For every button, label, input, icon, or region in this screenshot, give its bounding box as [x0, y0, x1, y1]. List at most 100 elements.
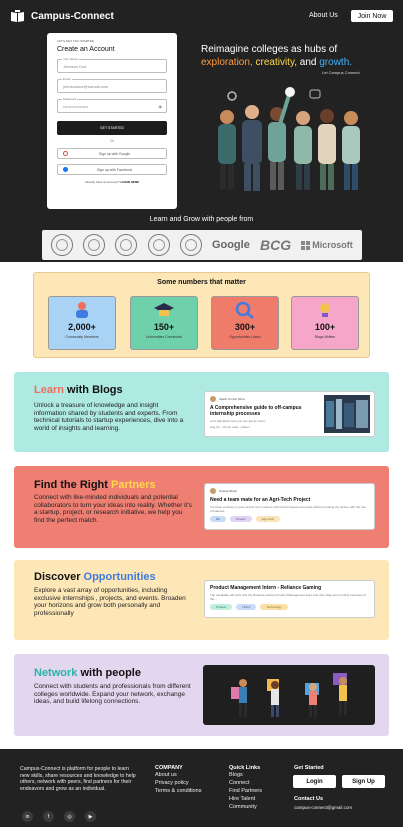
blogs-section: Learn with Blogs Unlock a treasure of kn… [14, 372, 389, 452]
blogs-text: Unlock a treasure of knowledge and insig… [34, 402, 184, 432]
instagram-icon[interactable]: ◎ [64, 811, 75, 822]
stat-label: Blogs Written [314, 335, 336, 339]
tag-pill[interactable]: UI/UX [236, 604, 257, 610]
footer-link-community[interactable]: Community [229, 803, 262, 811]
partners-title-rest: Find the Right [34, 479, 111, 491]
footer-link-privacy[interactable]: Privacy policy [155, 779, 201, 787]
stat-label: Universities Connected [146, 335, 182, 339]
tag-pill[interactable]: ML [210, 516, 227, 522]
tagline-source: Let Campus Connect [322, 70, 360, 75]
partner-post-card[interactable]: Natwar Bhatti Need a team mate for an Ag… [204, 483, 375, 530]
name-value: Johnson Doe [63, 64, 87, 69]
footer-socials: in f ◎ ▶ [22, 811, 96, 822]
avatar [210, 488, 216, 494]
partners-title: Find the Right Partners [34, 479, 156, 491]
footer-link-blogs[interactable]: Blogs [229, 771, 262, 779]
partner-author-name: Natwar Bhatti [219, 489, 238, 493]
opportunity-title: Product Management Intern - Reliance Gam… [210, 585, 322, 591]
tagline-word-exploration: exploration, [201, 57, 253, 68]
network-title-accent: Network [34, 667, 78, 679]
puzzle-people-illustration [203, 665, 375, 725]
nav-about-link[interactable]: About Us [309, 12, 338, 19]
email-value: johnsondoe@nomail.com [63, 84, 109, 89]
signup-title: Create an Account [57, 46, 115, 53]
tagline-word-growth: growth. [319, 57, 353, 68]
microsoft-squares-icon [301, 240, 311, 250]
magnifier-icon [235, 301, 254, 319]
stat-value: 300+ [234, 322, 256, 332]
partner-logos-bar: Google BCG Microsoft [42, 230, 362, 260]
university-seal-icon [115, 234, 138, 256]
microsoft-logo-text: Microsoft [312, 240, 353, 250]
partners-text: Connect with like-minded individuals and… [34, 494, 192, 524]
get-started-button[interactable]: GET STARTED [57, 121, 167, 135]
login-here-link[interactable]: LOGIN HERE [120, 180, 139, 184]
tag-pill[interactable]: Technology [260, 604, 288, 610]
partners-section: Find the Right Partners Connect with lik… [14, 466, 389, 548]
youtube-icon[interactable]: ▶ [85, 811, 96, 822]
stat-label: Opportunities Listed [229, 335, 261, 339]
network-title: Network with people [34, 667, 141, 679]
avatar [210, 396, 216, 402]
google-signup-button[interactable]: Sign up with Google [57, 148, 167, 159]
hero-tagline-line2: exploration, creativity, and growth. [201, 57, 352, 68]
footer-login-button[interactable]: Login [293, 775, 336, 788]
join-now-button[interactable]: Join Now [351, 10, 393, 22]
footer-signup-button[interactable]: Sign Up [342, 775, 385, 788]
opportunities-title: Discover Opportunities [34, 571, 156, 583]
opportunity-tags: Product UI/UX Technology [210, 604, 369, 610]
facebook-signup-button[interactable]: Sign up with Facebook [57, 164, 167, 175]
or-divider: Or [110, 139, 114, 143]
signup-card: LET'S GET YOU STARTED Create an Account … [47, 33, 177, 209]
eye-icon[interactable]: ◉ [159, 104, 163, 109]
blogs-title: Learn with Blogs [34, 384, 123, 396]
google-signup-label: Sign up with Google [98, 151, 131, 156]
stat-value: 2,000+ [68, 322, 96, 332]
tag-pill[interactable]: Agri-Tech [255, 516, 281, 522]
graduation-cap-icon [154, 303, 174, 316]
footer-contact-email[interactable]: campus-connect@gmail.com [294, 804, 352, 812]
university-seal-icon [147, 234, 170, 256]
blogs-title-accent: Learn [34, 384, 64, 396]
footer-contact-heading: Contact Us [294, 796, 324, 802]
name-label: Your Name [62, 57, 79, 61]
opportunities-title-rest: Discover [34, 571, 84, 583]
microsoft-logo: Microsoft [301, 240, 353, 250]
tag-pill[interactable]: Product [210, 604, 233, 610]
partner-tags: ML Project Agri-Tech [210, 516, 369, 522]
opportunities-section: Discover Opportunities Explore a vast ar… [14, 560, 389, 640]
stat-card-opportunities: 300+ Opportunities Listed [211, 296, 279, 350]
brand-name: Campus-Connect [31, 11, 114, 22]
password-value: •••••••••••••••••• [63, 104, 89, 109]
login-prompt: Already have an account? LOGIN HERE [57, 180, 167, 184]
email-field[interactable]: Email johnsondoe@nomail.com [57, 77, 167, 93]
facebook-signup-label: Sign up with Facebook [96, 167, 133, 172]
blog-author-name: Akash Kumar Mitra [219, 397, 245, 401]
footer-about: Campus-Connect is platform for people to… [20, 766, 136, 792]
opportunity-card[interactable]: Product Management Intern - Reliance Gam… [204, 580, 375, 618]
footer-get-started-heading: Get Started [294, 765, 324, 771]
university-seal-icon [179, 234, 202, 256]
brand-logo[interactable]: Campus-Connect [10, 10, 114, 23]
numbers-title: Some numbers that matter [157, 279, 246, 286]
partner-post-title: Need a team mate for an Agri-Tech Projec… [210, 497, 311, 503]
tag-pill[interactable]: Project [230, 516, 252, 522]
footer-link-find-partners[interactable]: Find Partners [229, 787, 262, 795]
footer-link-about[interactable]: About us [155, 771, 201, 779]
hero-tagline-line1: Reimagine colleges as hubs of [201, 44, 338, 55]
tagline-and: and [299, 57, 317, 68]
tagline-word-creativity: creativity, [255, 57, 297, 68]
university-seal-icon [51, 234, 74, 256]
blog-preview-card[interactable]: Akash Kumar Mitra A Comprehensive guide … [204, 391, 375, 437]
linkedin-icon[interactable]: in [22, 811, 33, 822]
name-field[interactable]: Your Name Johnson Doe [57, 57, 167, 73]
footer-link-hire-talent[interactable]: Hire Talent [229, 795, 262, 803]
footer-link-connect[interactable]: Connect [229, 779, 262, 787]
stat-card-members: 2,000+ Community Members [48, 296, 116, 350]
signup-kicker: LET'S GET YOU STARTED [57, 39, 94, 43]
email-label: Email [62, 77, 72, 81]
network-section: Network with people Connect with student… [14, 654, 389, 736]
footer-link-terms[interactable]: Terms & conditions [155, 787, 201, 795]
facebook-icon[interactable]: f [43, 811, 54, 822]
password-field[interactable]: Password •••••••••••••••••• ◉ [57, 97, 167, 113]
